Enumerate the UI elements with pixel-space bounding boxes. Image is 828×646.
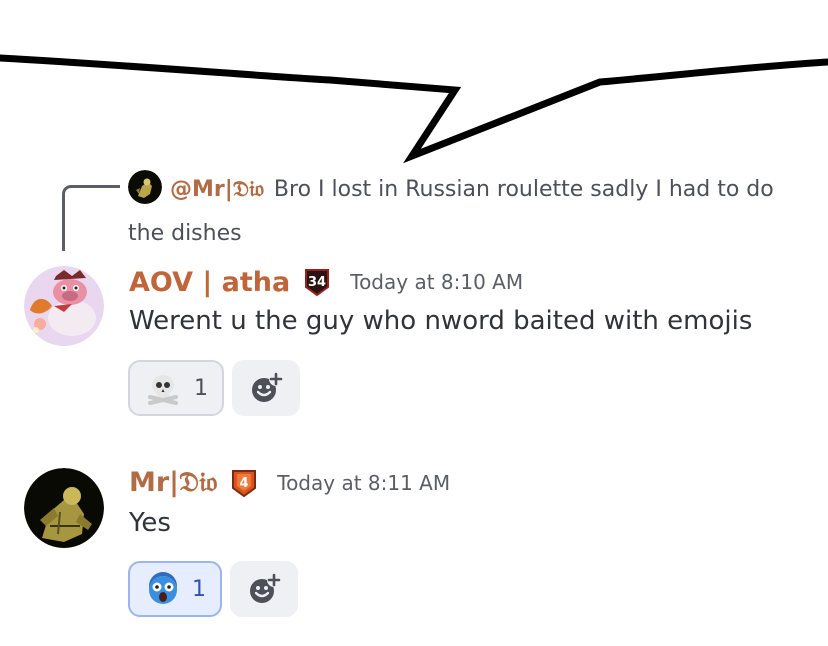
username[interactable]: AOV | atha [129,267,290,298]
add-reaction-button[interactable] [230,561,298,617]
level-badge-number: 4 [240,476,249,491]
reaction-scared-face[interactable]: 1 [128,561,222,617]
message-header: AOV | atha 34 Today at 8:10 AM [129,264,523,300]
level-badge-number: 34 [308,275,326,290]
message-content: Yes [129,508,171,538]
username[interactable]: Mr|𝔇𝔦𝔬 [129,467,217,499]
scared-face-icon [149,572,177,604]
reaction-bar: 1 [128,360,300,416]
message-header: Mr|𝔇𝔦𝔬 4 Today at 8:11 AM [129,465,450,501]
timestamp[interactable]: Today at 8:11 AM [277,471,450,495]
add-reaction-button[interactable] [232,360,300,416]
reply-mention[interactable]: @Mr|𝔇𝔦𝔬 [170,177,264,202]
timestamp[interactable]: Today at 8:10 AM [350,270,523,294]
message-content: Werent u the guy who nword baited with e… [129,306,753,336]
reaction-count: 1 [194,375,208,401]
add-emoji-icon [250,573,281,603]
avatar[interactable] [24,468,104,548]
reply-avatar[interactable] [128,170,162,204]
avatar[interactable] [24,266,104,346]
reaction-count: 1 [192,576,206,602]
speech-bubble-doodle [0,54,828,164]
level-badge-icon: 4 [229,468,259,498]
reply-connector [62,185,120,251]
add-emoji-icon [252,372,283,402]
reaction-bar: 1 [128,561,298,617]
skull-icon [148,375,178,405]
reply-preview[interactable]: @Mr|𝔇𝔦𝔬 Bro I lost in Russian roulette sa… [128,168,808,256]
level-badge-icon: 34 [302,267,332,297]
reaction-skull[interactable]: 1 [128,360,224,416]
